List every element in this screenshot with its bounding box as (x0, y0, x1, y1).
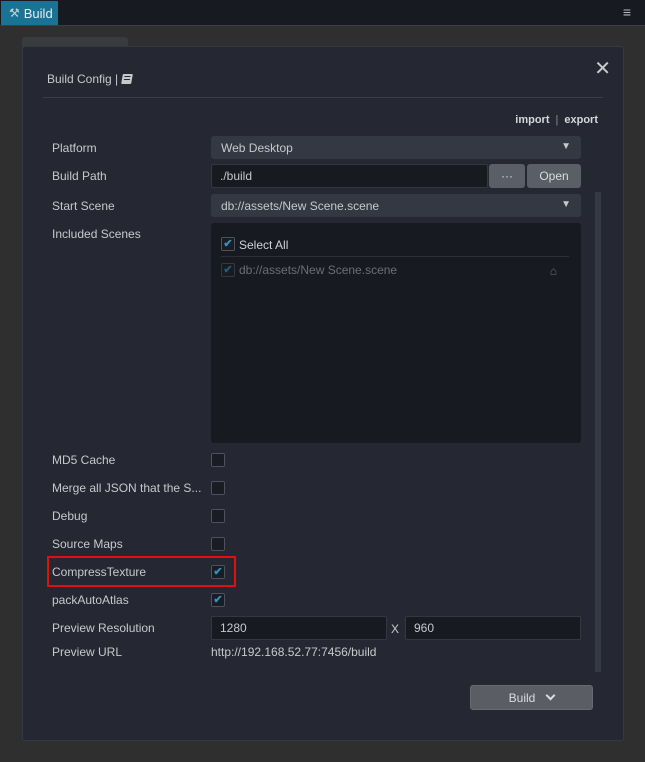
hammer-wrench-icon: ⚒ (9, 6, 20, 20)
dialog-title-text: Build Config | (47, 72, 119, 86)
import-link[interactable]: import (515, 114, 549, 126)
chevron-down-icon (545, 690, 556, 701)
preview-url-value: http://192.168.52.77:7456/build (211, 645, 377, 659)
md5-cache-label: MD5 Cache (52, 453, 116, 467)
export-link[interactable]: export (564, 114, 598, 126)
preview-url-label: Preview URL (52, 645, 123, 659)
open-button[interactable]: Open (527, 164, 581, 188)
caret-down-icon: ▼ (561, 199, 571, 210)
resolution-height-input[interactable]: 960 (405, 616, 581, 640)
browse-button[interactable]: ··· (489, 164, 525, 188)
included-scenes-list: ✔ Select All ✔ db://assets/New Scene.sce… (211, 223, 581, 443)
io-separator: | (555, 114, 559, 126)
select-all-label: Select All (239, 238, 289, 252)
checkmark-icon: ✔ (213, 565, 223, 578)
scrollbar[interactable] (595, 192, 601, 672)
included-scenes-label: Included Scenes (52, 227, 141, 241)
top-bar: ⚒ Build ≡ (0, 0, 645, 26)
hamburger-menu-icon[interactable]: ≡ (623, 5, 631, 19)
platform-label: Platform (52, 141, 97, 155)
source-maps-checkbox[interactable] (211, 537, 225, 551)
start-scene-label: Start Scene (52, 199, 115, 213)
build-path-value: ./build (220, 169, 253, 183)
select-all-checkbox[interactable]: ✔ (221, 237, 235, 251)
build-button-label: Build (508, 690, 536, 705)
scene-item-path: db://assets/New Scene.scene (239, 263, 398, 277)
tab-build-label: Build (23, 5, 53, 21)
pack-auto-atlas-checkbox[interactable]: ✔ (211, 593, 225, 607)
resolution-width-value: 1280 (220, 621, 247, 635)
book-icon[interactable] (121, 74, 134, 84)
resolution-separator: X (391, 622, 400, 636)
close-icon[interactable]: ✕ (594, 59, 611, 79)
debug-label: Debug (52, 509, 88, 523)
import-export-links: import | export (515, 114, 598, 126)
pack-auto-atlas-label: packAutoAtlas (52, 593, 129, 607)
home-icon: ⌂ (549, 264, 557, 278)
md5-cache-checkbox[interactable] (211, 453, 225, 467)
title-divider (43, 97, 603, 98)
compress-texture-checkbox[interactable]: ✔ (211, 565, 225, 579)
scene-item-checkbox: ✔ (221, 263, 235, 277)
platform-select[interactable]: Web Desktop ▼ (211, 136, 581, 159)
resolution-height-value: 960 (414, 621, 435, 635)
checkmark-icon: ✔ (223, 263, 233, 276)
start-scene-value: db://assets/New Scene.scene (221, 198, 380, 213)
list-divider (221, 256, 569, 257)
caret-down-icon: ▼ (561, 141, 571, 152)
debug-checkbox[interactable] (211, 509, 225, 523)
build-path-label: Build Path (52, 169, 107, 183)
build-button[interactable]: Build (470, 685, 593, 710)
source-maps-label: Source Maps (52, 537, 123, 551)
compress-texture-label: CompressTexture (52, 565, 147, 579)
dialog-title: Build Config | (47, 72, 134, 86)
checkmark-icon: ✔ (223, 237, 233, 250)
tab-build[interactable]: ⚒ Build (1, 1, 58, 25)
build-path-input[interactable]: ./build (211, 164, 488, 188)
checkmark-icon: ✔ (213, 593, 223, 606)
merge-json-checkbox[interactable] (211, 481, 225, 495)
merge-json-label: Merge all JSON that the S... (52, 481, 202, 495)
platform-value: Web Desktop (221, 140, 293, 155)
resolution-width-input[interactable]: 1280 (211, 616, 387, 640)
start-scene-select[interactable]: db://assets/New Scene.scene ▼ (211, 194, 581, 217)
build-config-dialog: Build Config | ✕ import | export Platfor… (22, 46, 624, 741)
preview-resolution-label: Preview Resolution (52, 621, 155, 635)
